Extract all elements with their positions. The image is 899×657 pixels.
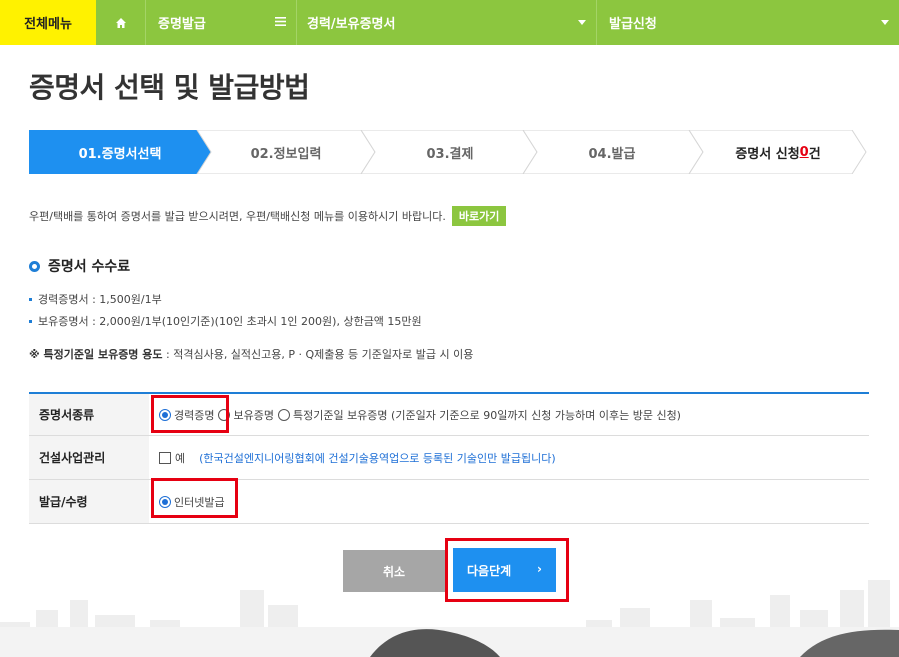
mail-notice-text: 우편/택배를 통하여 증명서를 발급 받으시려면, 우편/택배신청 메뉴를 이용… <box>29 210 446 223</box>
step-1-select: 01.증명서선택 <box>78 146 162 162</box>
top-navigation: 전체메뉴 증명발급 경력/보유증명서 발급신청 <box>0 0 899 45</box>
row-certificate-type-label: 증명서종류 <box>29 394 149 435</box>
radio-special[interactable] <box>277 408 290 421</box>
nav-issue-apply-label: 발급신청 <box>609 17 657 32</box>
fee-item-holding: 보유증명서 : 2,000원/1부(10인기준)(10인 초과시 1인 200원… <box>29 313 422 329</box>
checkbox-yes-label: 예 <box>175 451 186 465</box>
cart-count-value: 0 <box>799 144 809 160</box>
square-bullet-icon <box>29 319 32 323</box>
go-shortcut-button[interactable]: 바로가기 <box>451 206 507 226</box>
nav-certificate-issue[interactable]: 증명발급 <box>146 0 296 45</box>
construction-management-note: (한국건설엔지니어링협회에 건설기술용역업으로 등록된 기술인만 발급됩니다) <box>199 451 556 465</box>
menu-icon[interactable] <box>275 16 286 27</box>
caret-down-icon <box>881 20 889 25</box>
radio-holding-label: 보유증명 <box>233 408 274 422</box>
all-menu-button[interactable]: 전체메뉴 <box>0 0 96 45</box>
row-issue-receive-options: 인터넷발급 <box>149 480 869 523</box>
fee-item-career-text: 경력증명서 : 1,500원/1부 <box>38 293 162 306</box>
nav-certificate-issue-label: 증명발급 <box>158 17 206 32</box>
fee-section-title-text: 증명서 수수료 <box>48 259 131 275</box>
fee-item-career: 경력증명서 : 1,500원/1부 <box>29 291 162 307</box>
home-button[interactable] <box>96 0 146 45</box>
cart-count-suffix: 건 <box>808 146 821 162</box>
row-issue-receive-label: 발급/수령 <box>29 480 149 523</box>
highlight-internet-radio <box>151 478 238 518</box>
step-cart-count: 증명서 신청 0건 <box>703 130 853 174</box>
highlight-career-radio <box>151 395 229 433</box>
special-usage-text: : 적격심사용, 실적신고용, P · Q제출용 등 기준일자로 발급 시 이용 <box>162 348 474 361</box>
step-4-issue: 04.발급 <box>588 146 636 162</box>
circle-bullet-icon <box>29 260 40 272</box>
cart-count-prefix: 증명서 신청 <box>735 146 800 162</box>
home-icon <box>115 17 126 28</box>
page-title: 증명서 선택 및 발급방법 <box>29 71 310 104</box>
step-progress: 01.증명서선택 02.정보입력 03.결제 04.발급 증명서 신청 0건 <box>29 130 867 174</box>
nav-issue-apply-dropdown[interactable]: 발급신청 <box>596 0 899 45</box>
special-usage-note: ※ 특정기준일 보유증명 용도 : 적격심사용, 실적신고용, P · Q제출용… <box>29 346 473 362</box>
checkbox-yes-option[interactable]: 예 <box>159 450 185 466</box>
square-bullet-icon <box>29 297 32 301</box>
step-2-info: 02.정보입력 <box>250 146 322 162</box>
mail-notice: 우편/택배를 통하여 증명서를 발급 받으시려면, 우편/택배신청 메뉴를 이용… <box>29 206 507 226</box>
fee-section-title: 증명서 수수료 <box>29 256 130 276</box>
row-construction-management: 건설사업관리 예 (한국건설엔지니어링협회에 건설기술용역업으로 등록된 기술인… <box>29 436 869 480</box>
fee-item-holding-text: 보유증명서 : 2,000원/1부(10인기준)(10인 초과시 1인 200원… <box>38 315 422 328</box>
radio-special-option[interactable]: 특정기준일 보유증명 (기준일자 기준으로 90일까지 신청 가능하며 이후는 … <box>277 407 681 423</box>
nav-career-holding-label: 경력/보유증명서 <box>307 17 396 32</box>
city-skyline-illustration <box>0 580 899 657</box>
special-usage-label: ※ 특정기준일 보유증명 용도 <box>29 348 163 361</box>
radio-special-label: 특정기준일 보유증명 (기준일자 기준으로 90일까지 신청 가능하며 이후는 … <box>292 408 681 422</box>
row-construction-management-label: 건설사업관리 <box>29 436 149 479</box>
step-3-payment: 03.결제 <box>426 146 474 162</box>
caret-down-icon <box>578 20 586 25</box>
row-certificate-type-options: 경력증명 보유증명 특정기준일 보유증명 (기준일자 기준으로 90일까지 신청… <box>149 394 869 435</box>
checkbox-yes[interactable] <box>159 451 171 464</box>
row-construction-management-options: 예 (한국건설엔지니어링협회에 건설기술용역업으로 등록된 기술인만 발급됩니다… <box>149 436 869 479</box>
nav-career-holding-dropdown[interactable]: 경력/보유증명서 <box>296 0 596 45</box>
